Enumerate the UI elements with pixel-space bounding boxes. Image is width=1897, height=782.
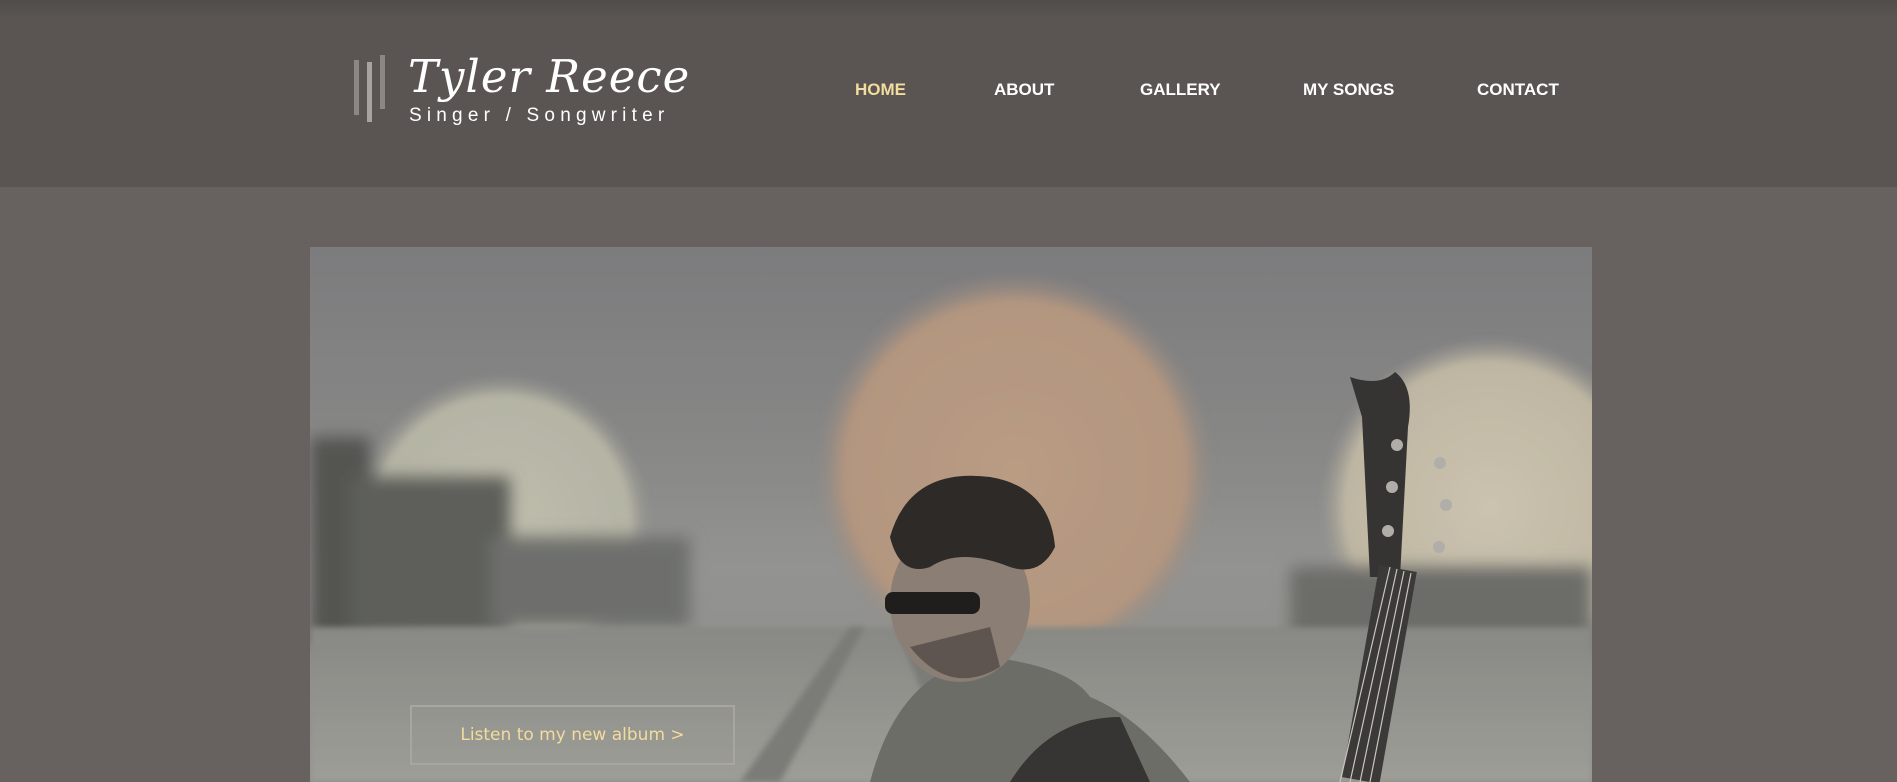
- nav-item-contact[interactable]: CONTACT: [1477, 80, 1559, 100]
- site-header: Tyler Reece Singer / Songwriter HOME ABO…: [0, 0, 1897, 187]
- listen-new-album-button[interactable]: Listen to my new album >: [410, 705, 735, 765]
- nav-item-home[interactable]: HOME: [855, 80, 906, 100]
- main-nav: HOME ABOUT GALLERY MY SONGS CONTACT: [0, 80, 1897, 104]
- nav-item-my-songs[interactable]: MY SONGS: [1303, 80, 1394, 100]
- hero-banner: Listen to my new album >: [310, 247, 1592, 782]
- hero-image: [310, 247, 1592, 782]
- site-tagline: Singer / Songwriter: [409, 105, 670, 126]
- nav-item-gallery[interactable]: GALLERY: [1140, 80, 1221, 100]
- nav-item-about[interactable]: ABOUT: [994, 80, 1054, 100]
